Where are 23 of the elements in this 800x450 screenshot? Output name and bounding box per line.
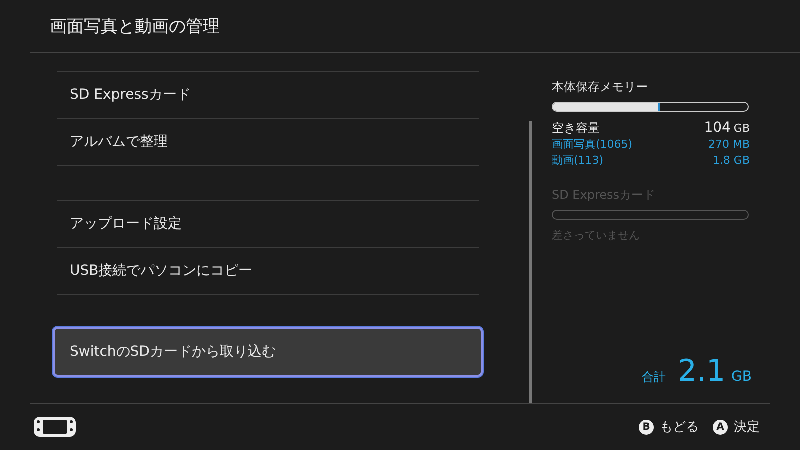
- usage-label: 画面写真(1065): [552, 137, 633, 153]
- free-space-value: 104: [704, 120, 731, 136]
- menu-item[interactable]: SD Expressカード: [57, 72, 479, 118]
- scrollbar[interactable]: [529, 121, 532, 403]
- sd-card-title: SD Expressカード: [552, 187, 657, 204]
- handheld-console-icon: [33, 416, 77, 438]
- total-unit: GB: [732, 369, 752, 385]
- usage-value: 1.8 GB: [712, 153, 750, 169]
- screen-title: 画面写真と動画の管理: [50, 16, 220, 38]
- free-space-unit: GB: [734, 122, 750, 135]
- usage-label: 動画(113): [552, 153, 604, 169]
- footer-button[interactable]: A 決定: [713, 418, 760, 436]
- menu-item[interactable]: アップロード設定: [57, 201, 479, 247]
- storage-title: 本体保存メモリー: [552, 79, 649, 96]
- total-value: 2.1: [678, 354, 726, 389]
- menu-item[interactable]: アルバムで整理: [57, 119, 479, 165]
- menu-item[interactable]: USB接続でパソコンにコピー: [57, 248, 479, 294]
- menu-item[interactable]: SwitchのSDカードから取り込む: [53, 327, 483, 377]
- usage-value: 270 MB: [708, 137, 750, 153]
- footer-button[interactable]: B もどる: [639, 418, 699, 436]
- sd-card-status: 差さっていません: [552, 228, 641, 243]
- free-space-label: 空き容量: [552, 120, 601, 137]
- total-label: 合計: [642, 369, 666, 386]
